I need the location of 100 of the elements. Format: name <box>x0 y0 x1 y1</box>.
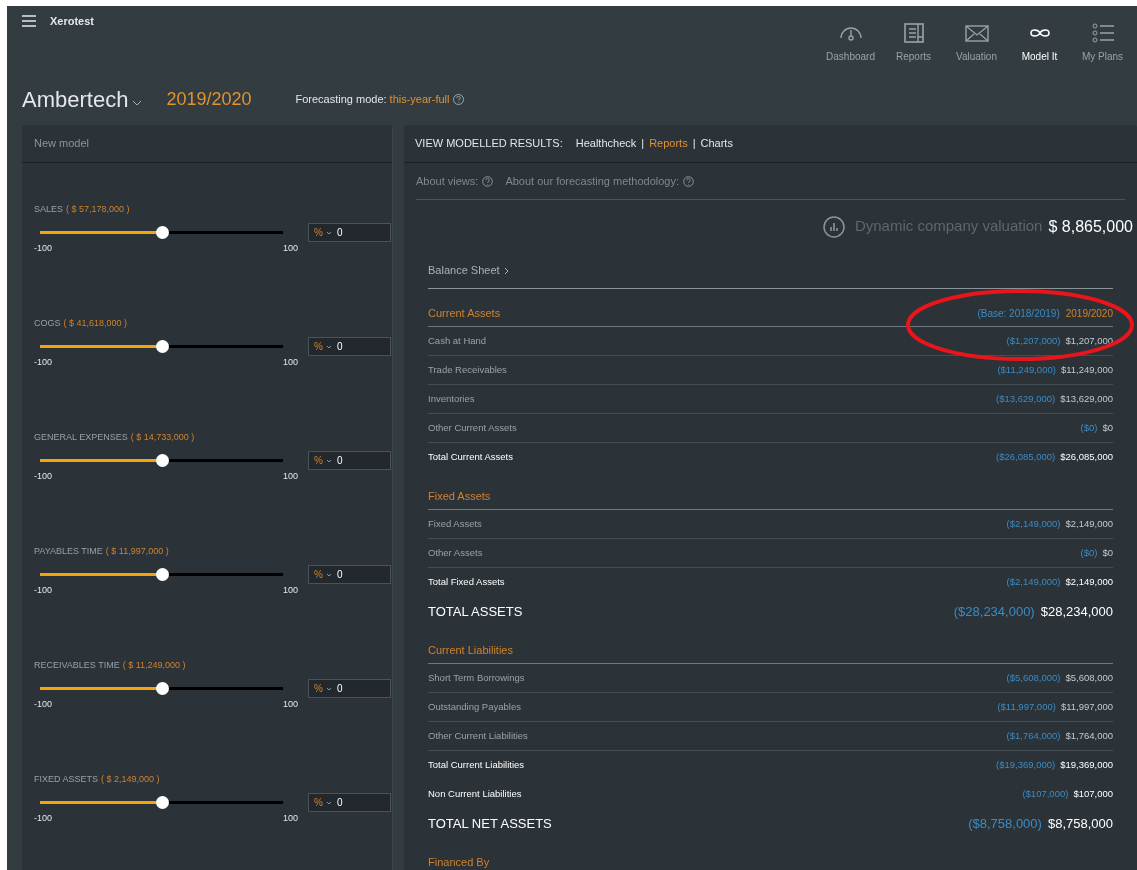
row-label: Other Current Liabilities <box>428 728 528 743</box>
forecast-value: $28,234,000 <box>1040 602 1113 621</box>
row-label: Total Current Assets <box>428 450 513 465</box>
app-title: Xerotest <box>50 14 95 29</box>
slider-amount: ( $ 57,178,000 ) <box>66 203 130 216</box>
range-min: -100 <box>34 470 52 483</box>
base-value: ($28,234,000) <box>953 602 1035 621</box>
base-value: ($11,249,000) <box>997 362 1056 377</box>
nav-item[interactable]: Dashboard <box>820 22 881 76</box>
base-value: ($0) <box>1080 545 1098 560</box>
slider-track[interactable] <box>40 568 283 581</box>
range-min: -100 <box>34 812 52 825</box>
base-value: ($8,758,000) <box>968 814 1042 833</box>
slider-amount: ( $ 11,249,000 ) <box>122 659 186 672</box>
row-label: Total Current Liabilities <box>428 758 525 773</box>
forecast-value: $0 <box>1102 420 1113 435</box>
help-icon[interactable] <box>482 175 494 187</box>
valuation-value: $ 8,865,000 <box>1048 216 1133 237</box>
slider-thumb[interactable] <box>155 226 169 239</box>
base-value: ($2,149,000) <box>1006 575 1061 590</box>
slider-track[interactable] <box>40 682 283 695</box>
forecast-value: $5,608,000 <box>1065 670 1113 685</box>
slider-track[interactable] <box>40 226 283 239</box>
base-value: ($26,085,000) <box>996 450 1056 465</box>
slider-thumb[interactable] <box>155 454 169 467</box>
chevron-down-icon <box>325 686 332 691</box>
chevron-down-icon <box>325 230 332 235</box>
row-label: Fixed Assets <box>428 516 482 531</box>
chevron-right-icon <box>503 266 509 275</box>
results-heading: VIEW MODELLED RESULTS: <box>415 136 563 152</box>
base-value: ($107,000) <box>1022 787 1069 802</box>
row-label: Cash at Hand <box>428 333 487 348</box>
slider-amount: ( $ 14,733,000 ) <box>130 431 195 444</box>
forecast-value: $107,000 <box>1073 787 1113 802</box>
forecast-value: $0 <box>1102 545 1113 560</box>
chevron-down-icon <box>325 458 332 463</box>
nav-item[interactable]: Model It <box>1009 22 1070 76</box>
forecasting-mode-value[interactable]: this-year-full <box>389 90 450 108</box>
total-label: TOTAL ASSETS <box>428 602 523 621</box>
chevron-down-icon <box>325 344 332 349</box>
slider-track[interactable] <box>40 796 283 809</box>
slider-label: GENERAL EXPENSES <box>34 431 128 444</box>
forecast-value: $2,149,000 <box>1065 575 1113 590</box>
about-link[interactable]: About our forecasting methodology: <box>505 172 680 190</box>
balance-sheet-link[interactable]: Balance Sheet <box>428 262 500 279</box>
row-label: Inventories <box>428 391 475 406</box>
about-link[interactable]: About views: <box>416 172 479 190</box>
range-max: 100 <box>282 356 298 369</box>
view-link[interactable]: Reports <box>649 135 688 152</box>
forecast-value: $11,997,000 <box>1060 699 1113 714</box>
slider-track[interactable] <box>40 340 283 353</box>
nav-item[interactable]: My Plans <box>1072 22 1133 76</box>
chevron-down-icon[interactable] <box>132 100 143 106</box>
nav-item[interactable]: Valuation <box>946 22 1007 76</box>
slider-label: FIXED ASSETS <box>34 773 99 786</box>
slider-thumb[interactable] <box>155 796 169 809</box>
column-header: 2019/2020 <box>1065 307 1113 321</box>
menu-icon[interactable] <box>22 15 36 27</box>
slider-label: RECEIVABLES TIME <box>34 659 120 672</box>
help-icon[interactable] <box>683 175 695 187</box>
row-label: Trade Receivables <box>428 362 507 377</box>
slider-label: SALES <box>34 203 64 216</box>
row-label: Total Fixed Assets <box>428 575 505 590</box>
list-icon <box>1089 22 1116 44</box>
panel-title: New model <box>34 136 90 152</box>
slider-amount: ( $ 2,149,000 ) <box>101 773 160 786</box>
row-label: Short Term Borrowings <box>428 670 525 685</box>
percent-input[interactable]: % 0 <box>308 679 391 698</box>
column-header: (Base: 2018/2019) <box>977 307 1060 321</box>
slider-track[interactable] <box>40 454 283 467</box>
view-link[interactable]: Charts <box>700 135 733 152</box>
row-label: Other Assets <box>428 545 483 560</box>
slider-thumb[interactable] <box>155 568 169 581</box>
range-min: -100 <box>34 584 52 597</box>
chevron-down-icon <box>325 572 332 577</box>
range-max: 100 <box>282 242 298 255</box>
base-value: ($5,608,000) <box>1006 670 1061 685</box>
range-min: -100 <box>34 698 52 711</box>
section-heading: Current Assets <box>428 305 501 321</box>
percent-input[interactable]: % 0 <box>308 337 391 356</box>
slider-thumb[interactable] <box>155 682 169 695</box>
view-link[interactable]: Healthcheck <box>575 135 637 152</box>
base-value: ($0) <box>1080 420 1098 435</box>
row-label: Non Current Liabilities <box>428 787 522 802</box>
slider-thumb[interactable] <box>155 340 169 353</box>
percent-input[interactable]: % 0 <box>308 565 391 584</box>
slider-amount: ( $ 11,997,000 ) <box>105 545 169 558</box>
financial-year[interactable]: 2019/2020 <box>166 85 252 113</box>
forecast-value: $2,149,000 <box>1065 516 1113 531</box>
slider-amount: ( $ 41,618,000 ) <box>63 317 128 330</box>
nav-item[interactable]: Reports <box>883 22 944 76</box>
percent-input[interactable]: % 0 <box>308 223 391 242</box>
company-name[interactable]: Ambertech <box>22 82 129 116</box>
percent-input[interactable]: % 0 <box>308 793 391 812</box>
range-max: 100 <box>282 698 298 711</box>
section-heading: Current Liabilities <box>428 642 513 658</box>
forecasting-mode-label: Forecasting mode: <box>295 91 387 107</box>
slider-label: PAYABLES TIME <box>34 545 103 558</box>
percent-input[interactable]: % 0 <box>308 451 391 470</box>
forecast-value: $1,207,000 <box>1065 333 1113 348</box>
